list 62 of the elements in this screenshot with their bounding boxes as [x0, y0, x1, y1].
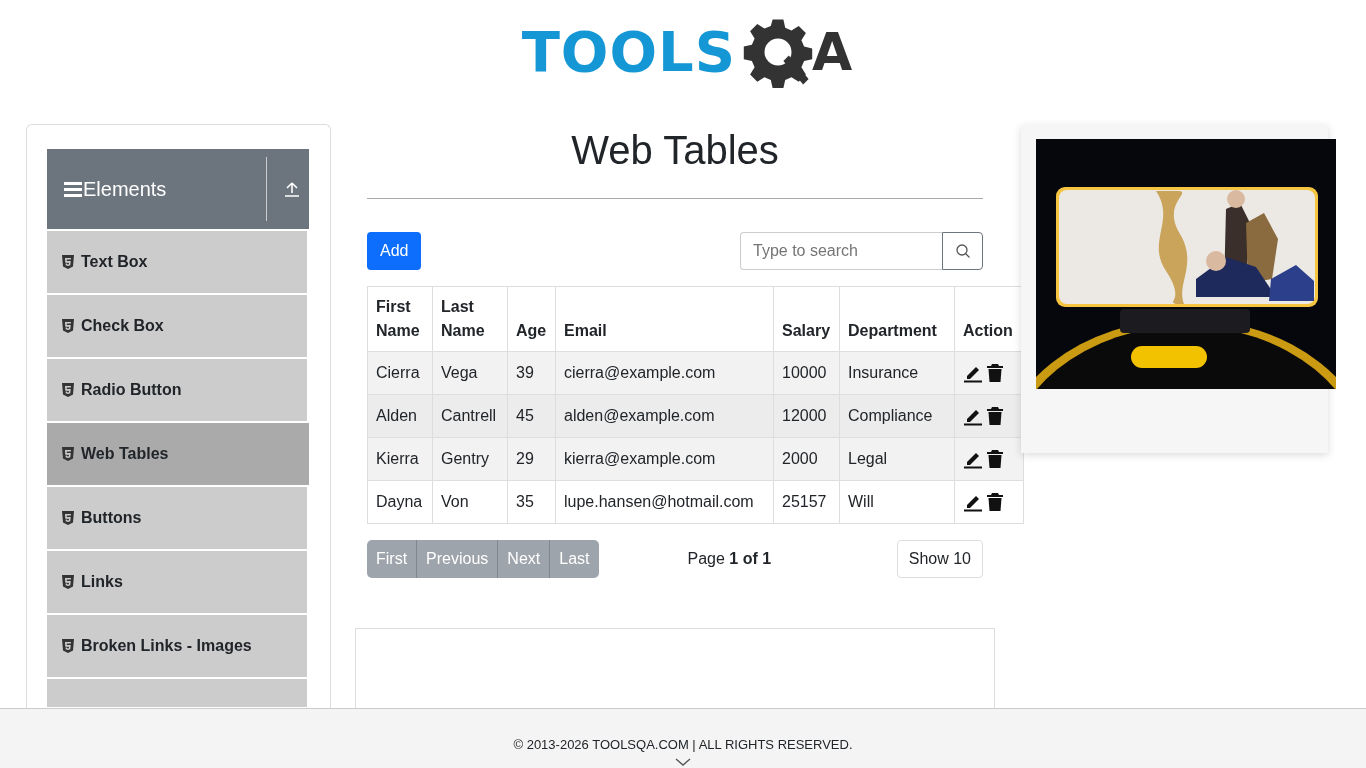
delete-icon[interactable]: [987, 406, 1003, 426]
table-cell: Dayna: [367, 480, 433, 524]
table-cell: Compliance: [839, 394, 955, 438]
table-cell: Vega: [432, 351, 508, 395]
delete-icon[interactable]: [987, 363, 1003, 383]
table-cell: Cantrell: [432, 394, 508, 438]
table-cell: 10000: [773, 351, 840, 395]
sidebar-item[interactable]: Check Box: [47, 295, 307, 357]
table-cell: 35: [507, 480, 556, 524]
table-cell: kierra@example.com: [555, 437, 774, 481]
table-cell: cierra@example.com: [555, 351, 774, 395]
column-header[interactable]: First Name: [367, 286, 433, 352]
html5-icon: [62, 639, 74, 653]
table-cell: Kierra: [367, 437, 433, 481]
table-cell: 2000: [773, 437, 840, 481]
sidebar-item[interactable]: Broken Links - Images: [47, 615, 307, 677]
copyright-text: © 2013-2026 TOOLSQA.COM | ALL RIGHTS RESERVED.: [513, 737, 853, 752]
html5-icon: [62, 319, 74, 333]
search-field[interactable]: Type to search: [740, 232, 942, 270]
table-cell: alden@example.com: [555, 394, 774, 438]
sidebar-item[interactable]: Radio Button: [47, 359, 307, 421]
sidebar-item[interactable]: Text Box: [47, 231, 307, 293]
page-title: Web Tables: [570, 127, 780, 174]
search-button[interactable]: [942, 232, 983, 270]
html5-icon: [62, 447, 74, 461]
table-cell: Will: [839, 480, 955, 524]
table-cell: Gentry: [432, 437, 508, 481]
sidebar-item[interactable]: Web Tables: [47, 423, 309, 485]
table-cell: Cierra: [367, 351, 433, 395]
add-button[interactable]: Add: [367, 232, 422, 270]
table-cell: 39: [507, 351, 556, 395]
table-cell: 29: [507, 437, 556, 481]
column-header[interactable]: Department: [839, 286, 955, 352]
sidebar-item[interactable]: Buttons: [47, 487, 307, 549]
html5-icon: [62, 511, 74, 525]
group-header[interactable]: Elements: [47, 149, 309, 229]
table-cell: Legal: [839, 437, 955, 481]
html5-icon: [62, 575, 74, 589]
table-cell: Von: [432, 480, 508, 524]
table-cell: 12000: [773, 394, 840, 438]
menu-icon: [64, 181, 82, 197]
search-icon: [954, 243, 971, 259]
chevron-down-icon[interactable]: [675, 758, 691, 766]
table-cell: lupe.hansen@hotmail.com: [555, 480, 774, 524]
group-title: Elements: [83, 177, 168, 201]
delete-icon[interactable]: [987, 449, 1003, 469]
delete-icon[interactable]: [987, 492, 1003, 512]
table-cell: Alden: [367, 394, 433, 438]
column-header[interactable]: Email: [555, 286, 774, 352]
page-info: Page 1 of 1: [687, 550, 773, 568]
table-cell: Insurance: [839, 351, 955, 395]
column-header[interactable]: Salary: [773, 286, 840, 352]
upload-icon: [284, 181, 300, 197]
html5-icon: [62, 255, 74, 269]
logo: TOOLS A: [521, 16, 853, 88]
column-header[interactable]: Last Name: [432, 286, 508, 352]
table-cell: 45: [507, 394, 556, 438]
page-size-button[interactable]: Show 10: [896, 540, 983, 578]
table-cell: 25157: [773, 480, 840, 524]
column-header[interactable]: Age: [507, 286, 556, 352]
html5-icon: [62, 383, 74, 397]
sidebar-item[interactable]: Links: [47, 551, 307, 613]
